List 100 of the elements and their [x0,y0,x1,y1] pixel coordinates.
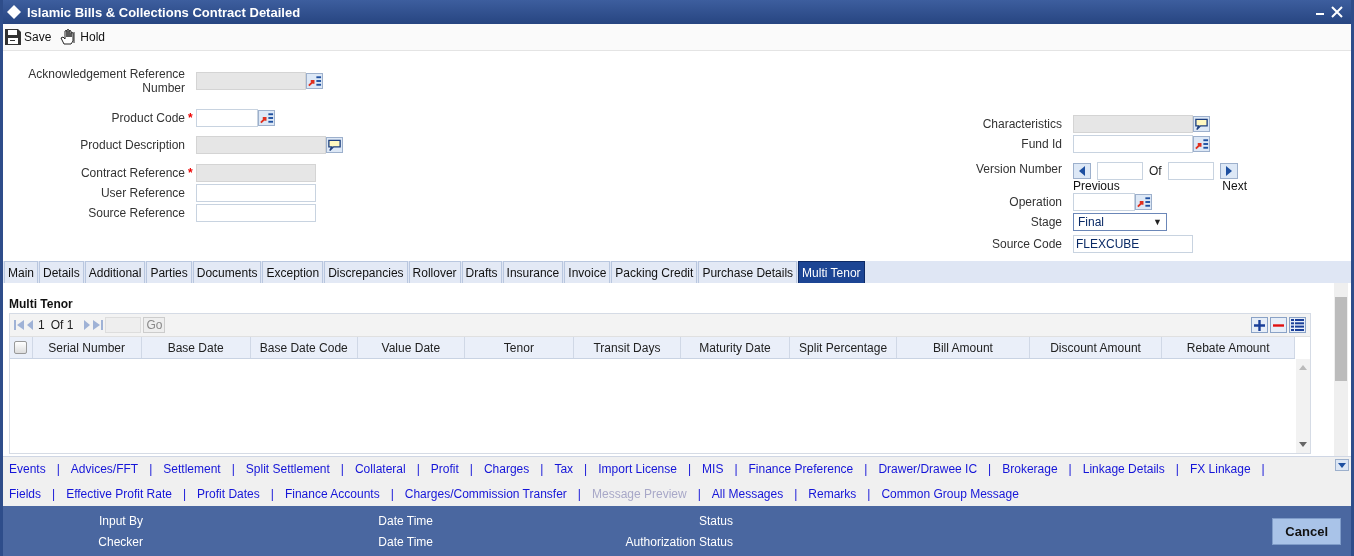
page-scrollbar[interactable] [1334,283,1348,456]
footer-link[interactable]: Events [9,462,46,477]
previous-page-icon[interactable] [26,319,34,331]
speech-bubble-icon[interactable] [1193,116,1210,132]
input-field[interactable] [1073,135,1193,153]
footer-link[interactable]: FX Linkage [1189,462,1251,477]
tab[interactable]: Documents [192,261,262,283]
footer-link[interactable]: Profit [430,462,459,477]
speech-bubble-icon[interactable] [326,137,343,153]
input-field[interactable] [1073,115,1193,133]
input-field[interactable] [196,109,258,127]
tab[interactable]: Drafts [461,261,502,283]
footer-link[interactable]: Charges/Commission Transfer [404,486,567,501]
link-separator: | [1175,462,1179,477]
section-title: Multi Tenor [9,297,74,311]
footer-link[interactable]: Drawer/Drawee IC [878,462,978,477]
close-icon[interactable] [1331,6,1343,18]
tab[interactable]: Main [4,261,38,283]
scroll-down-icon[interactable] [1299,442,1307,447]
link-separator: | [577,486,581,501]
diamond-icon [7,5,21,19]
link-separator: | [52,486,56,501]
link-separator: | [390,486,394,501]
link-separator: | [340,462,344,477]
tab[interactable]: Parties [146,261,192,283]
audit-label: Checker [97,534,143,549]
footer-link[interactable]: Collateral [354,462,406,477]
arrow-list-icon[interactable] [306,73,323,89]
audit-label: Date Time [377,513,433,528]
link-separator: | [270,486,274,501]
footer-link[interactable]: Split Settlement [245,462,330,477]
input-field[interactable] [196,184,316,202]
field-label: Operation [1008,195,1063,209]
footer-link[interactable]: Finance Accounts [284,486,380,501]
link-separator: | [56,462,60,477]
input-field[interactable]: FLEXCUBE [1073,235,1193,253]
field-label: Fund Id [1020,137,1063,151]
tab[interactable]: Invoice [564,261,611,283]
page-field[interactable] [105,317,142,333]
link-separator: | [794,486,798,501]
required-marker: * [188,166,194,180]
footer-link[interactable]: Remarks [808,486,857,501]
tab[interactable]: Rollover [408,261,461,283]
next-label: Next [1222,180,1247,192]
minus-icon[interactable] [1270,317,1287,333]
scrollbar[interactable] [1296,359,1310,453]
input-field[interactable] [1073,193,1135,211]
column-header: Value Date [357,337,465,358]
footer-link[interactable]: Advices/FFT [70,462,139,477]
field-label: Version Number [974,162,1063,176]
footer-link[interactable]: Effective Profit Rate [66,486,172,501]
input-field[interactable] [1167,162,1214,180]
previous-button[interactable] [1073,163,1091,179]
stage-dropdown[interactable]: Final ▼ [1073,213,1167,231]
footer-link[interactable]: Settlement [163,462,221,477]
tab[interactable]: Details [39,261,84,283]
list-icon[interactable] [1289,317,1306,333]
tab[interactable]: Exception [262,261,324,283]
column-header: Discount Amount [1029,337,1163,358]
footer-link[interactable]: Charges [483,462,530,477]
scroll-up-icon[interactable] [1299,365,1307,370]
hold-button[interactable]: Hold [59,28,106,46]
required-marker: * [188,111,194,125]
tab[interactable]: Discrepancies [324,261,408,283]
footer-link[interactable]: MIS [702,462,724,477]
tab[interactable]: Insurance [502,261,564,283]
input-field[interactable] [196,204,316,222]
footer-link[interactable]: Finance Preference [748,462,854,477]
arrow-list-icon[interactable] [1135,194,1152,210]
input-field[interactable] [1097,162,1143,180]
arrow-list-icon[interactable] [1193,136,1210,152]
footer-link[interactable]: Brokerage [1002,462,1058,477]
footer-link[interactable]: Profit Dates [197,486,260,501]
tab[interactable]: Packing Credit [611,261,698,283]
first-page-icon[interactable] [14,319,24,331]
footer-link[interactable]: Fields [9,486,41,501]
arrow-list-icon[interactable] [258,110,275,126]
input-field[interactable] [196,164,316,182]
column-header: Tenor [464,337,574,358]
field-label: Source Reference [87,206,186,220]
save-button[interactable]: Save [5,29,52,45]
tab[interactable]: Multi Tenor [798,261,865,283]
next-button[interactable] [1219,163,1238,179]
footer-link[interactable]: All Messages [711,486,784,501]
input-field[interactable] [196,136,326,154]
tab[interactable]: Additional [84,261,146,283]
footer-link[interactable]: Import License [598,462,677,477]
field-label: Stage [1029,215,1063,229]
footer-link[interactable]: Tax [554,462,574,477]
last-page-icon[interactable] [93,319,104,331]
tab[interactable]: Purchase Details [698,261,798,283]
footer-link[interactable]: Linkage Details [1082,462,1165,477]
plus-icon[interactable] [1251,317,1268,333]
cancel-button[interactable]: Cancel [1272,517,1341,545]
next-page-icon[interactable] [83,319,92,331]
select-all-checkbox[interactable] [14,341,28,354]
footer-link[interactable]: Common Group Message [881,486,1019,501]
column-header: Bill Amount [897,337,1030,358]
input-field[interactable] [196,72,306,90]
right-triangle-icon [1224,166,1233,176]
